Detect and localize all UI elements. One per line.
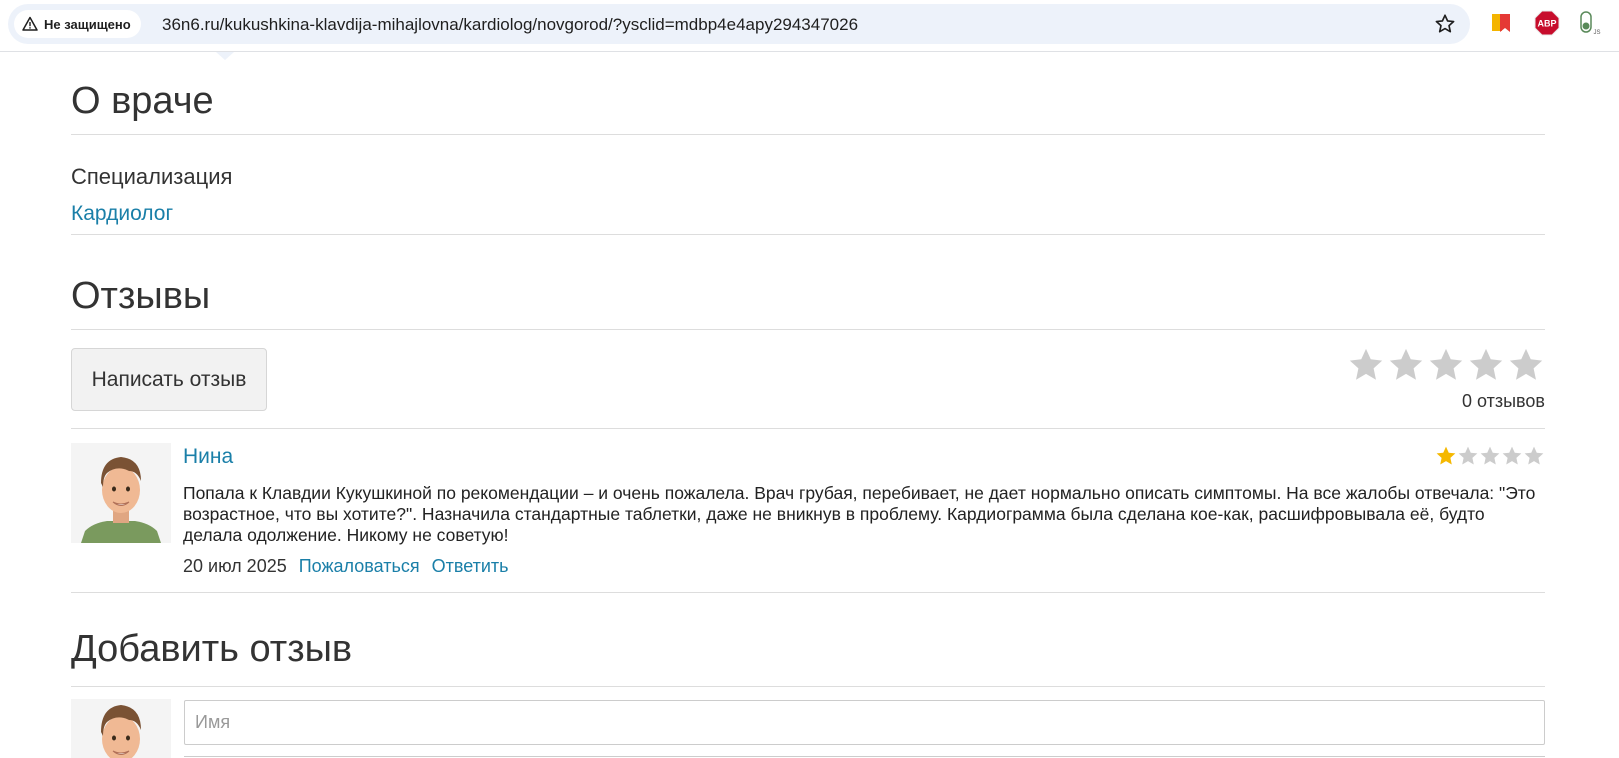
star-empty-icon bbox=[1429, 348, 1463, 380]
security-chip[interactable]: Не защищено bbox=[14, 10, 141, 38]
write-review-button[interactable]: Написать отзыв bbox=[71, 348, 267, 411]
about-title: О враче bbox=[71, 80, 214, 122]
avatar-image bbox=[71, 443, 171, 543]
avatar bbox=[71, 443, 171, 543]
reviews-count: 0 отзывов bbox=[1462, 391, 1545, 411]
popup-caret bbox=[216, 52, 234, 60]
reviews-title: Отзывы bbox=[71, 275, 211, 317]
bookmark-star-icon[interactable] bbox=[1434, 13, 1456, 35]
review-rating bbox=[1435, 445, 1545, 467]
review-author[interactable]: Нина bbox=[183, 445, 233, 469]
star-empty-icon bbox=[1458, 446, 1478, 465]
star-empty-icon bbox=[1509, 348, 1543, 380]
review-text: Попала к Клавдии Кукушкиной по рекоменда… bbox=[183, 483, 1536, 545]
js-toggle-icon[interactable]: JS bbox=[1578, 10, 1604, 36]
bookmark-icon[interactable] bbox=[1488, 10, 1514, 36]
next-field-edge bbox=[184, 756, 1545, 757]
specialization-link[interactable]: Кардиолог bbox=[71, 202, 173, 226]
star-empty-icon bbox=[1524, 446, 1544, 465]
star-empty-icon bbox=[1502, 446, 1522, 465]
adblock-icon[interactable]: ABP bbox=[1534, 10, 1560, 36]
name-input[interactable] bbox=[184, 700, 1545, 745]
url-text[interactable]: 36n6.ru/kukushkina-klavdija-mihajlovna/k… bbox=[162, 15, 858, 35]
divider bbox=[71, 234, 1545, 235]
js-label: JS bbox=[1593, 30, 1600, 36]
divider bbox=[71, 428, 1545, 429]
warning-icon bbox=[22, 16, 38, 31]
abp-label: ABP bbox=[1537, 19, 1556, 29]
review-date: 20 июл 2025 bbox=[183, 556, 287, 576]
star-empty-icon bbox=[1389, 348, 1423, 380]
divider bbox=[71, 686, 1545, 687]
security-label: Не защищено bbox=[44, 16, 131, 32]
review-meta: 20 июл 2025 Пожаловаться Ответить bbox=[183, 556, 509, 577]
avatar bbox=[71, 699, 171, 758]
reply-link[interactable]: Ответить bbox=[432, 556, 509, 577]
divider bbox=[71, 329, 1545, 330]
overall-rating bbox=[1347, 346, 1545, 384]
star-empty-icon bbox=[1469, 348, 1503, 380]
star-empty-icon bbox=[1480, 446, 1500, 465]
divider bbox=[71, 134, 1545, 135]
add-review-title: Добавить отзыв bbox=[71, 628, 353, 670]
avatar-image bbox=[71, 699, 171, 758]
review-item: Нина Попала к Клавдии Кукушкиной по реко… bbox=[71, 443, 1545, 588]
browser-toolbar: Не защищено 36n6.ru/kukushkina-klavdija-… bbox=[0, 0, 1619, 52]
star-filled-icon bbox=[1436, 446, 1456, 465]
divider bbox=[71, 592, 1545, 593]
star-empty-icon bbox=[1349, 348, 1383, 380]
complain-link[interactable]: Пожаловаться bbox=[299, 556, 420, 577]
specialization-label: Специализация bbox=[71, 164, 233, 189]
address-bar[interactable]: Не защищено 36n6.ru/kukushkina-klavdija-… bbox=[8, 4, 1470, 44]
